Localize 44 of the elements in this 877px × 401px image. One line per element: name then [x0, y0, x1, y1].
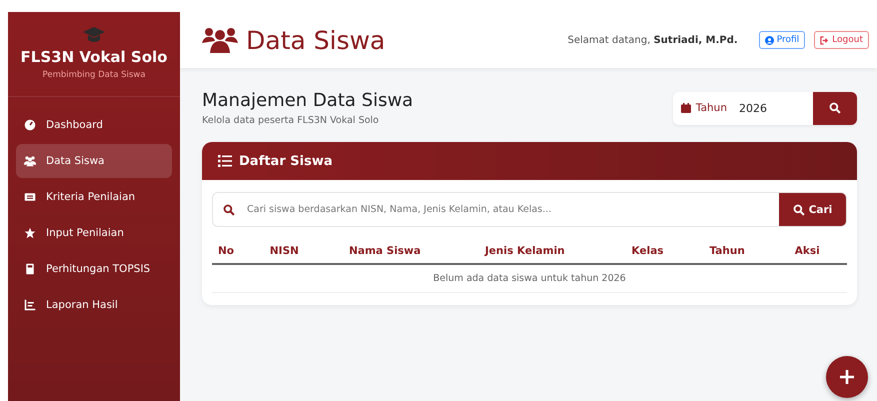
profile-button[interactable]: Profil	[758, 31, 806, 49]
menu-item-icon	[24, 155, 36, 167]
page-heading: Data Siswa	[246, 26, 386, 54]
sidebar-item[interactable]: Data Siswa	[16, 144, 172, 178]
welcome-text: Selamat datang, Sutriadi, M.Pd.	[568, 34, 738, 46]
logout-icon	[820, 36, 830, 44]
list-icon	[218, 155, 232, 167]
app-subtitle: Pembimbing Data Siswa	[42, 70, 146, 80]
logout-button[interactable]: Logout	[814, 31, 869, 49]
section-title: Manajemen Data Siswa	[202, 90, 414, 111]
column-header: No	[212, 235, 264, 264]
graduation-cap-icon	[83, 26, 105, 44]
column-header: Tahun	[703, 235, 789, 264]
search-button[interactable]	[813, 92, 857, 124]
section-subtitle: Kelola data peserta FLS3N Vokal Solo	[202, 115, 380, 126]
search-icon	[829, 102, 841, 114]
card-title: Daftar Siswa	[239, 154, 332, 168]
menu-item-icon	[24, 263, 36, 275]
sidebar-item[interactable]: Dashboard	[16, 108, 172, 142]
sidebar-item[interactable]: Laporan Hasil	[16, 288, 172, 322]
search-icon	[792, 204, 805, 216]
column-header: Nama Siswa	[342, 235, 479, 264]
column-header: Jenis Kelamin	[478, 235, 626, 264]
plus-icon	[839, 369, 855, 385]
year-label: Tahun	[672, 92, 735, 124]
search-field[interactable]: Cari siswa berdasarkan NISN, Nama, Jenis Kelamin, atau Kelas... Cari	[212, 192, 847, 227]
menu-item-icon	[24, 119, 36, 131]
menu-item-icon	[24, 227, 36, 239]
column-header: NISN	[264, 235, 343, 264]
menu-item-icon	[24, 191, 36, 203]
empty-table-message: Belum ada data siswa untuk tahun 2026	[212, 264, 847, 292]
menu-item-icon	[24, 299, 36, 311]
sidebar-item[interactable]: Perhitungan TOPSIS	[16, 252, 172, 286]
sidebar-item[interactable]: Input Penilaian	[16, 216, 172, 250]
column-header: Kelas	[626, 235, 704, 264]
app-title: FLS3N Vokal Solo	[20, 48, 168, 66]
user-circle-icon	[764, 36, 774, 44]
search-submit-button[interactable]: Cari	[779, 193, 846, 226]
sidebar-item[interactable]: Kriteria Penilaian	[16, 180, 172, 214]
year-field[interactable]: Tahun 2026	[672, 92, 857, 124]
calendar-icon	[680, 103, 691, 113]
search-icon	[223, 204, 235, 216]
users-icon	[202, 27, 238, 53]
column-header: Aksi	[788, 235, 847, 264]
